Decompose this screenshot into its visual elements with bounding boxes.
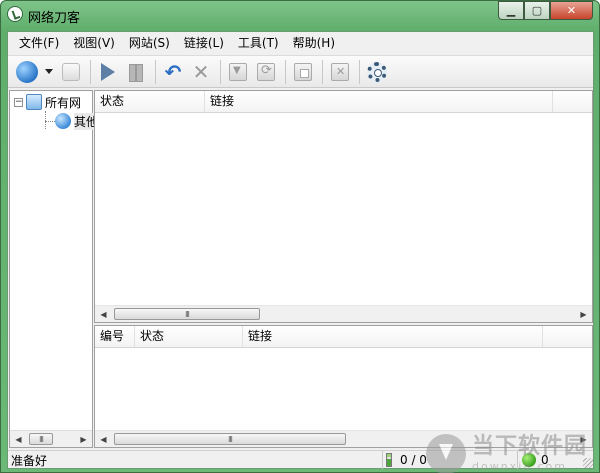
- scroll-left-icon[interactable]: ◀: [95, 306, 112, 322]
- scroll-thumb[interactable]: lll: [29, 433, 53, 445]
- task-list-header: 状态 链接: [95, 91, 592, 113]
- stop-button[interactable]: [290, 59, 316, 85]
- tree-connector: [45, 121, 55, 122]
- task-count-panel: 0 / 0: [382, 451, 516, 469]
- download-icon: [229, 62, 247, 81]
- settings-button[interactable]: [364, 59, 390, 85]
- menu-view[interactable]: 视图(V): [66, 33, 122, 53]
- blank-page-icon: [62, 62, 80, 81]
- scroll-thumb[interactable]: lll: [114, 433, 346, 445]
- toolbar-separator: [155, 59, 156, 84]
- start-button[interactable]: [95, 59, 121, 85]
- link-list[interactable]: 编号 状态 链接 ◀ lll ▶: [94, 325, 593, 448]
- toolbar-separator: [285, 59, 286, 84]
- task-list[interactable]: 状态 链接 ◀ lll ▶: [94, 90, 593, 323]
- toolbar-separator: [322, 59, 323, 84]
- resize-grip[interactable]: [583, 458, 593, 468]
- delete-button[interactable]: ✕: [188, 59, 214, 85]
- title-bar[interactable]: 网络刀客 ▁ ▢ ✕: [1, 1, 599, 29]
- menu-site[interactable]: 网站(S): [122, 33, 177, 53]
- app-window: 网络刀客 ▁ ▢ ✕ 文件(F) 视图(V) 网站(S) 链接(L) 工具(T)…: [0, 0, 600, 473]
- status-bar: 准备好 0 / 0 0: [8, 450, 593, 469]
- globe-icon: [55, 113, 71, 129]
- delete-icon: ✕: [192, 59, 210, 84]
- column-header-link[interactable]: 链接: [205, 91, 553, 112]
- pause-icon: [129, 64, 143, 80]
- refresh-icon: [257, 62, 275, 81]
- tree-item-label: 所有网: [45, 95, 82, 110]
- toolbar-separator: [220, 59, 221, 84]
- menu-tools[interactable]: 工具(T): [231, 33, 286, 53]
- play-icon: [101, 62, 115, 81]
- minimize-button[interactable]: ▁: [498, 1, 524, 20]
- toolbar-separator: [90, 59, 91, 84]
- close-button[interactable]: ✕: [550, 1, 593, 20]
- globe-icon: [16, 60, 38, 83]
- connection-panel: 0: [517, 451, 593, 469]
- link-list-horizontal-scrollbar[interactable]: ◀ lll ▶: [95, 430, 592, 447]
- dropdown-icon: [45, 69, 53, 74]
- toolbar-separator: [359, 59, 360, 84]
- tree-item-other[interactable]: 其他: [55, 112, 99, 130]
- undo-button[interactable]: ↶: [160, 59, 186, 85]
- task-count: 0 / 0: [400, 453, 427, 467]
- task-list-horizontal-scrollbar[interactable]: ◀ lll ▶: [95, 305, 592, 322]
- menu-file[interactable]: 文件(F): [12, 33, 66, 53]
- remove-icon: [331, 62, 349, 81]
- column-header-status[interactable]: 状态: [135, 326, 243, 347]
- download-button[interactable]: [225, 59, 251, 85]
- new-page-button[interactable]: [58, 59, 84, 85]
- maximize-button[interactable]: ▢: [524, 1, 550, 20]
- column-header-number[interactable]: 编号: [95, 326, 135, 347]
- scroll-right-icon[interactable]: ▶: [575, 431, 592, 447]
- globe-button[interactable]: [14, 59, 40, 85]
- collapse-icon[interactable]: −: [14, 97, 23, 107]
- scroll-left-icon[interactable]: ◀: [95, 431, 112, 447]
- connection-count: 0: [541, 453, 549, 467]
- tree-connector: [45, 111, 46, 129]
- window-title: 网络刀客: [28, 11, 81, 26]
- client-area: 文件(F) 视图(V) 网站(S) 链接(L) 工具(T) 帮助(H) ↶ ✕: [7, 31, 594, 473]
- menu-link[interactable]: 链接(L): [177, 33, 231, 53]
- network-icon: [26, 94, 42, 110]
- toolbar: ↶ ✕: [8, 55, 593, 88]
- site-tree[interactable]: − 所有网 其他 ◀ lll ▶: [9, 90, 99, 448]
- stop-icon: [294, 62, 312, 81]
- menu-help[interactable]: 帮助(H): [286, 33, 342, 53]
- scroll-right-icon[interactable]: ▶: [575, 306, 592, 322]
- connection-status-icon: [522, 453, 536, 467]
- link-list-header: 编号 状态 链接: [95, 326, 592, 348]
- settings-icon: [367, 61, 387, 82]
- column-header-status[interactable]: 状态: [95, 91, 205, 112]
- scroll-thumb[interactable]: lll: [114, 308, 260, 320]
- menu-bar: 文件(F) 视图(V) 网站(S) 链接(L) 工具(T) 帮助(H): [8, 32, 593, 54]
- refresh-button[interactable]: [253, 59, 279, 85]
- scroll-left-icon[interactable]: ◀: [10, 431, 27, 447]
- remove-button[interactable]: [327, 59, 353, 85]
- app-logo-icon: [7, 6, 23, 22]
- undo-icon: ↶: [164, 59, 182, 84]
- status-text: 准备好: [11, 454, 48, 468]
- globe-dropdown-button[interactable]: [42, 59, 56, 85]
- scroll-right-icon[interactable]: ▶: [75, 431, 92, 447]
- column-header-link[interactable]: 链接: [243, 326, 543, 347]
- tree-item-root[interactable]: − 所有网: [14, 93, 81, 111]
- tree-horizontal-scrollbar[interactable]: ◀ lll ▶: [10, 430, 92, 447]
- progress-bar-icon: [386, 453, 392, 467]
- pause-button[interactable]: [123, 59, 149, 85]
